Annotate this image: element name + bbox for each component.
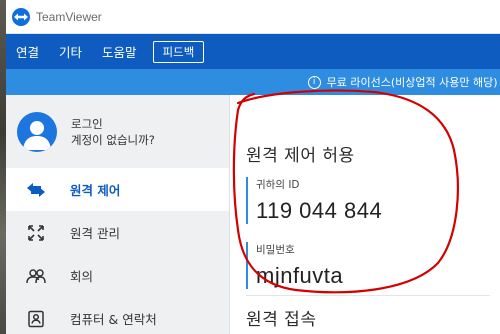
sidebar-item-remote-management[interactable]: 원격 관리 xyxy=(6,211,229,254)
sidebar-item-label: 원격 관리 xyxy=(70,226,120,241)
account-section: 로그인 계정이 없습니까? xyxy=(6,95,229,168)
remote-access-title: 원격 접속 xyxy=(246,310,317,330)
license-banner[interactable]: i 무료 라이선스(비상업적 사용만 해당) - MinYo xyxy=(6,69,500,95)
password-field: 비밀번호 mjnfuvta xyxy=(246,242,343,289)
sidebar-item-computers-contacts[interactable]: 컴퓨터 & 연락처 xyxy=(6,297,229,334)
allow-remote-control-title: 원격 제어 허용 xyxy=(246,146,355,166)
people-icon xyxy=(26,266,46,286)
sidebar-item-label: 컴퓨터 & 연락처 xyxy=(70,312,157,327)
your-id-label: 귀하의 ID xyxy=(256,179,300,191)
menu-help[interactable]: 도움말 xyxy=(102,42,137,61)
avatar-icon[interactable] xyxy=(17,111,57,152)
menu-extras[interactable]: 기타 xyxy=(59,42,82,61)
sidebar-item-label: 원격 제어 xyxy=(70,183,121,198)
teamviewer-window: TeamViewer 연결 기타 도움말 피드백 i 무료 라이선스(비상업적 … xyxy=(6,0,500,334)
sidebar-item-remote-control[interactable]: 원격 제어 xyxy=(6,168,229,211)
expand-arrows-icon xyxy=(26,223,46,243)
info-icon: i xyxy=(307,75,321,89)
sidebar: 로그인 계정이 없습니까? 원격 제어 원격 관리 회의 컴퓨터 & 연락처 xyxy=(6,95,230,334)
sidebar-nav: 원격 제어 원격 관리 회의 컴퓨터 & 연락처 xyxy=(6,168,229,334)
password-label: 비밀번호 xyxy=(256,244,295,256)
your-id-value[interactable]: 119 044 844 xyxy=(256,198,382,224)
login-link[interactable]: 로그인 xyxy=(71,116,155,132)
title-bar: TeamViewer xyxy=(6,0,500,34)
arrows-swap-icon xyxy=(26,180,46,200)
main-panel: 원격 제어 허용 귀하의 ID 119 044 844 비밀번호 mjnfuvt… xyxy=(230,95,500,334)
feedback-button[interactable]: 피드백 xyxy=(152,40,205,63)
menu-connection[interactable]: 연결 xyxy=(16,42,39,61)
sidebar-item-meeting[interactable]: 회의 xyxy=(6,254,229,297)
teamviewer-logo-icon xyxy=(12,7,30,26)
license-text: 무료 라이선스(비상업적 사용만 해당) - MinYo xyxy=(326,76,500,89)
contact-card-icon xyxy=(26,309,46,329)
window-title: TeamViewer xyxy=(36,9,102,24)
section-divider xyxy=(246,295,490,296)
no-account-text[interactable]: 계정이 없습니까? xyxy=(71,132,155,148)
menu-bar: 연결 기타 도움말 피드백 xyxy=(6,34,500,69)
content-area: 로그인 계정이 없습니까? 원격 제어 원격 관리 회의 컴퓨터 & 연락처 원… xyxy=(6,95,500,334)
password-value[interactable]: mjnfuvta xyxy=(256,263,343,289)
sidebar-item-label: 회의 xyxy=(70,269,94,284)
your-id-field: 귀하의 ID 119 044 844 xyxy=(246,177,382,224)
